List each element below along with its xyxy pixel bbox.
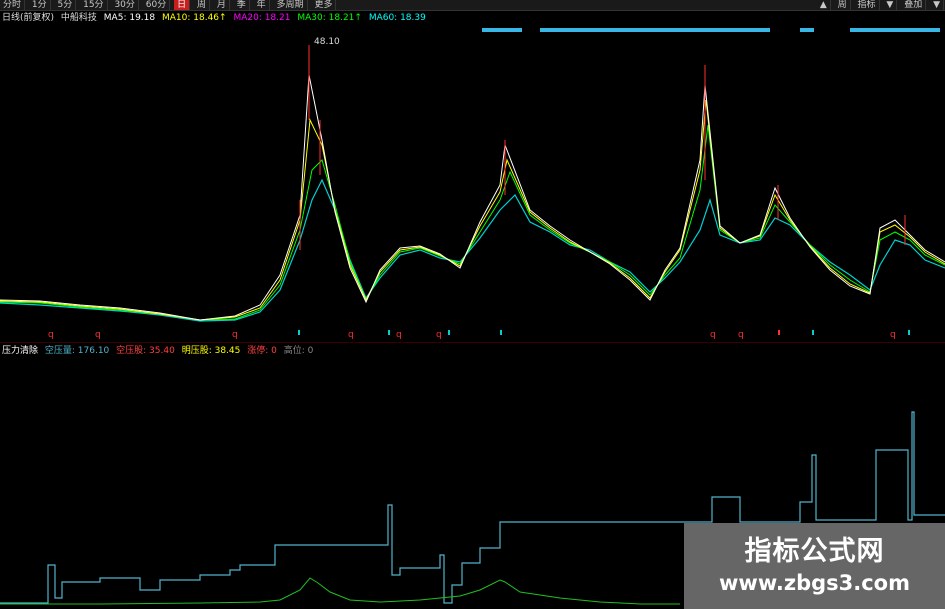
signal-dot-group [482, 28, 522, 32]
pane-divider [0, 342, 945, 343]
indicator-name[interactable]: 压力清除 [2, 346, 38, 356]
ma30-line [0, 124, 945, 321]
signal-q: q [48, 330, 54, 340]
ma5-line [0, 74, 945, 321]
signal-q: q [738, 330, 744, 340]
signal-bar [448, 330, 450, 335]
indicator-value-d: 涨停: 0 [247, 346, 277, 356]
signal-bar [908, 330, 910, 335]
watermark-box: 指标公式网 www.zbgs3.com [684, 523, 945, 609]
kline-candles [299, 45, 906, 250]
signal-bar [298, 330, 300, 335]
signal-dot-group [850, 28, 940, 32]
ma60-line [0, 178, 945, 322]
signal-bar [812, 330, 814, 335]
indicator-value-c: 明压股: 38.45 [181, 346, 241, 356]
kline-chart-canvas[interactable]: q q q q q q q q q [0, 0, 945, 609]
indicator-value-e: 高位: 0 [283, 346, 314, 356]
indicator-value-a: 空压量: 176.10 [44, 346, 110, 356]
signal-q: q [232, 330, 238, 340]
signal-q: q [710, 330, 716, 340]
pressure-green-line [0, 577, 680, 605]
indicator-value-b: 空压股: 35.40 [116, 346, 175, 356]
signal-bar [500, 330, 502, 335]
signal-q: q [348, 330, 354, 340]
watermark-url: www.zbgs3.com [719, 571, 910, 595]
signal-q: q [890, 330, 896, 340]
signal-q: q [436, 330, 442, 340]
buy-signal-marks: q q q q q q q q q [48, 330, 910, 340]
signal-q: q [95, 330, 101, 340]
indicator-legend: 压力清除 空压量: 176.10 空压股: 35.40 明压股: 38.45 涨… [2, 345, 317, 357]
peak-price-label: 48.10 [314, 37, 340, 47]
signal-dot-group [540, 28, 770, 32]
watermark-title: 指标公式网 [744, 536, 885, 567]
signal-q: q [396, 330, 402, 340]
ma10-line [0, 99, 945, 321]
signal-bar [778, 330, 780, 335]
signal-dots [482, 28, 940, 32]
signal-dot-group [800, 28, 814, 32]
signal-bar [388, 330, 390, 335]
